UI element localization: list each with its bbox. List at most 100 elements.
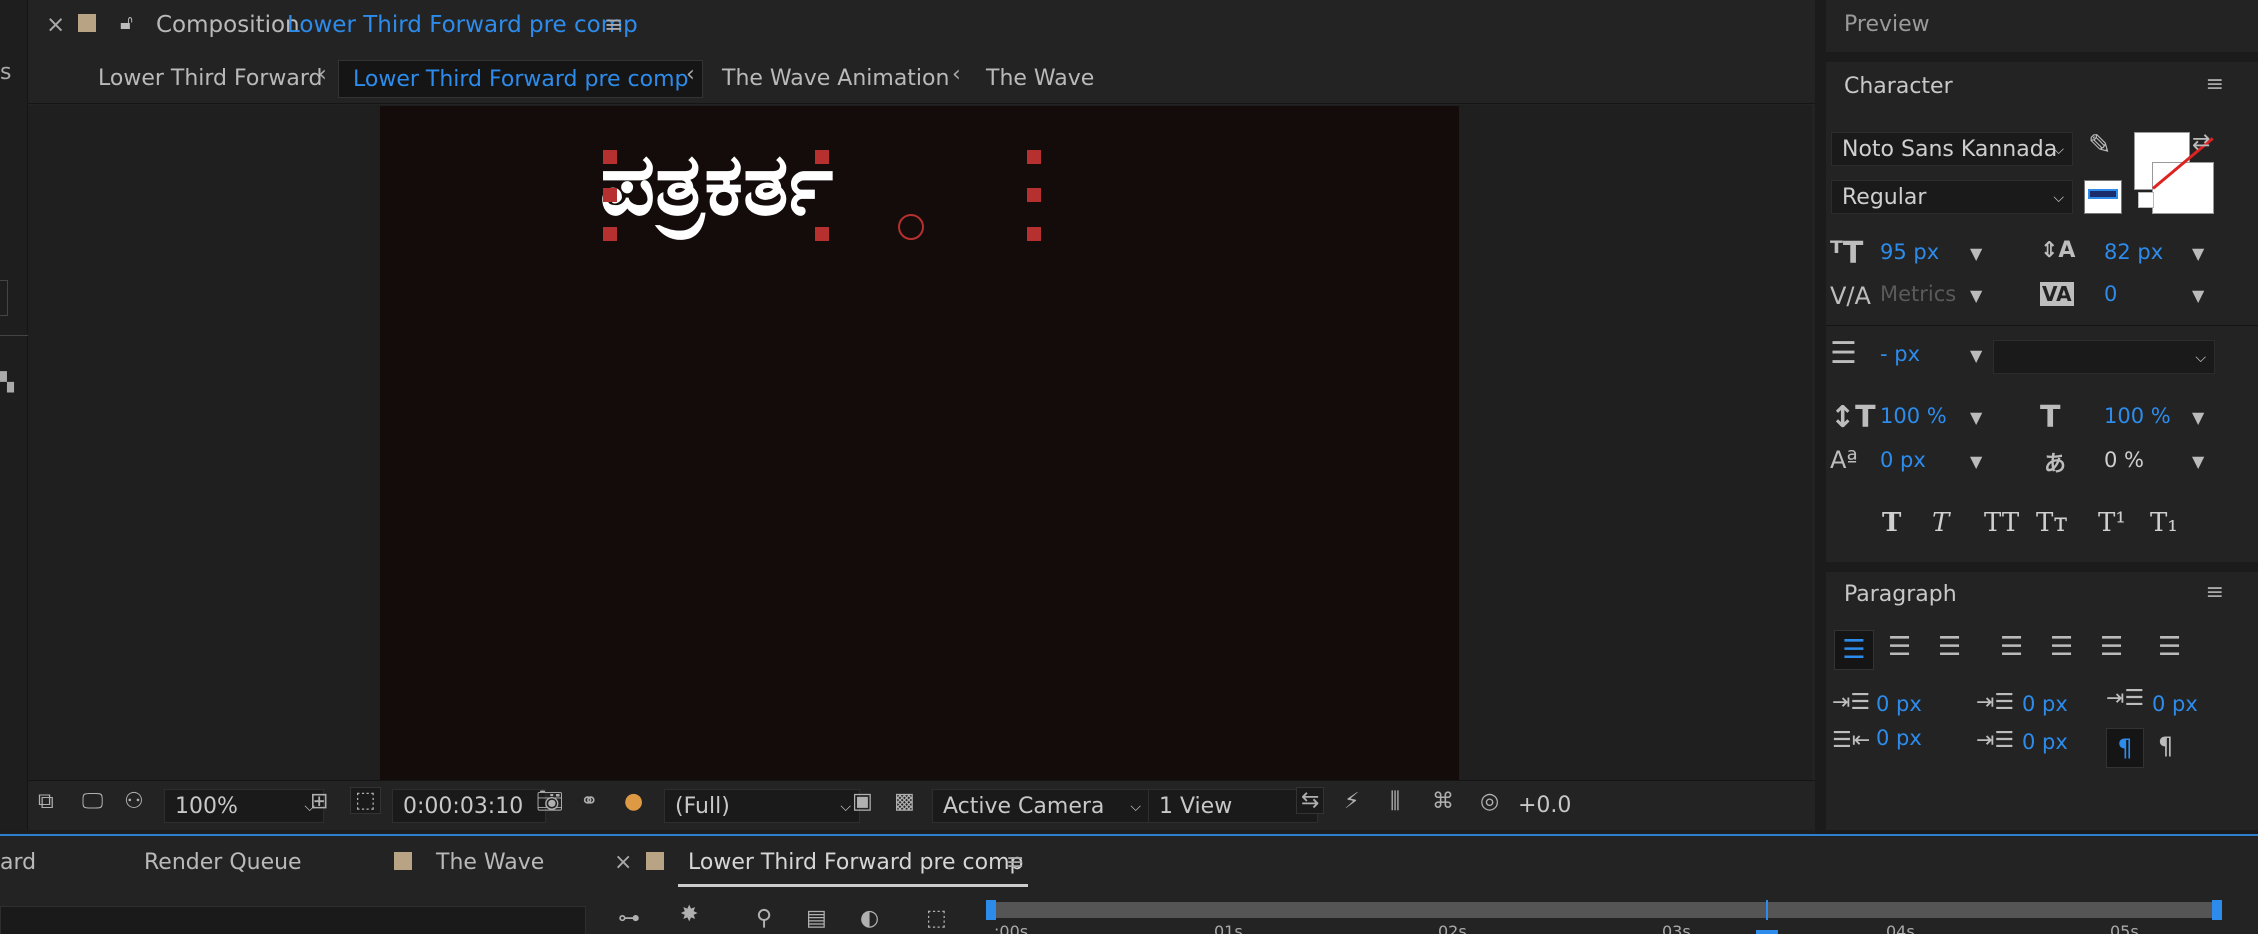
layer-search-input[interactable]	[0, 906, 586, 934]
eyedropper-icon[interactable]: ✎	[2088, 128, 2111, 161]
exposure-value[interactable]: +0.0	[1518, 789, 1571, 823]
work-area-start-handle[interactable]	[986, 900, 996, 920]
subscript-button[interactable]: T₁	[2150, 508, 2178, 538]
left-to-right-direction-icon[interactable]: ¶	[2106, 728, 2144, 768]
view-layout-dropdown[interactable]: 1 View⌵	[1148, 789, 1318, 823]
region-of-interest-icon[interactable]: ⬚	[350, 787, 381, 814]
selection-handle[interactable]	[1027, 188, 1041, 202]
kerning-dropdown-arrow[interactable]: ▼	[1970, 286, 1982, 305]
current-time-display[interactable]: 0:00:03:10	[392, 789, 546, 823]
selection-handle[interactable]	[603, 227, 617, 241]
vertical-scale-value[interactable]: 100 %	[1880, 404, 1947, 428]
time-ruler[interactable]: :00s 01s 02s 03s 04s 05s	[986, 900, 2222, 934]
close-tab-button[interactable]: ×	[46, 12, 65, 38]
timeline-icon[interactable]: ⫼	[1390, 789, 1400, 814]
mask-icon[interactable]: ⚇	[124, 789, 144, 814]
color-channels-icon[interactable]: ●	[624, 789, 643, 814]
transparency-grid-icon[interactable]: ▩	[894, 789, 915, 814]
superscript-button[interactable]: T¹	[2098, 508, 2126, 538]
reset-exposure-icon[interactable]: ◎	[1480, 789, 1499, 814]
align-left-icon[interactable]: ☰	[1834, 630, 1874, 670]
close-tab-button[interactable]: ×	[614, 850, 632, 875]
panel-menu-icon[interactable]: ≡	[2206, 580, 2224, 605]
lock-icon[interactable]: 🔓︎	[120, 10, 133, 34]
align-center-icon[interactable]: ☰	[1888, 632, 1911, 662]
snapshot-camera-icon[interactable]: 📷︎	[536, 789, 564, 814]
anchor-point-icon[interactable]	[898, 214, 924, 240]
comp-flowchart-icon[interactable]: ⊶	[618, 906, 640, 931]
tab-the-wave[interactable]: The Wave	[436, 850, 544, 875]
fast-previews-icon[interactable]: ▣	[852, 789, 873, 814]
camera-view-dropdown[interactable]: Active Camera ⌵	[932, 789, 1150, 823]
justify-last-center-icon[interactable]: ☰	[2050, 632, 2073, 662]
shy-layers-icon[interactable]: ⚲	[756, 906, 772, 931]
tab-render-queue[interactable]: Render Queue	[144, 850, 302, 875]
indent-right-value[interactable]: 0 px	[2152, 692, 2198, 716]
frame-blending-icon[interactable]: ▤	[806, 906, 827, 931]
panel-menu-icon[interactable]: ≡	[2206, 72, 2224, 97]
stroke-width-value[interactable]: - px	[1880, 342, 1920, 366]
preview-title[interactable]: Preview	[1844, 12, 1930, 37]
composition-canvas[interactable]	[380, 106, 1459, 780]
swap-colors-icon[interactable]: ⇄	[2192, 130, 2210, 155]
justify-last-right-icon[interactable]: ☰	[2100, 632, 2123, 662]
work-area-end-handle[interactable]	[2212, 900, 2222, 920]
breadcrumb-the-wave[interactable]: The Wave	[972, 60, 1108, 98]
stroke-style-dropdown[interactable]: ⌵	[1993, 340, 2215, 374]
leading-value[interactable]: 82 px	[2104, 240, 2163, 264]
horizontal-scale-value[interactable]: 100 %	[2104, 404, 2171, 428]
tracking-value[interactable]: 0	[2104, 282, 2117, 306]
align-right-icon[interactable]: ☰	[1938, 632, 1961, 662]
grid-guides-icon[interactable]: ⊞	[310, 789, 328, 814]
selection-handle[interactable]	[1027, 227, 1041, 241]
graph-editor-icon[interactable]: ⬚	[926, 906, 947, 931]
tsume-dropdown-arrow[interactable]: ▼	[2192, 452, 2204, 471]
faux-italic-button[interactable]: T	[1932, 508, 1949, 538]
selection-handle[interactable]	[815, 150, 829, 164]
breadcrumb-lower-third-forward-pre-comp[interactable]: Lower Third Forward pre comp	[338, 60, 704, 98]
always-preview-icon[interactable]: ⧉	[38, 789, 54, 814]
first-line-indent-value[interactable]: 0 px	[1876, 726, 1922, 750]
selection-handle[interactable]	[603, 150, 617, 164]
justify-all-icon[interactable]: ☰	[2158, 632, 2181, 662]
vertical-scale-dropdown-arrow[interactable]: ▼	[1970, 408, 1982, 427]
font-size-value[interactable]: 95 px	[1880, 240, 1939, 264]
tab-lower-third-forward-pre-comp[interactable]: Lower Third Forward pre comp	[688, 850, 1023, 875]
font-family-dropdown[interactable]: Noto Sans Kannada ⌵	[1831, 132, 2073, 166]
selection-handle[interactable]	[1027, 150, 1041, 164]
text-layer[interactable]: ಪತ್ರಕರ್ತ	[600, 135, 833, 237]
tab-lower-third-forward[interactable]: ard	[0, 850, 36, 875]
resolution-dropdown[interactable]: (Full) ⌵	[664, 789, 860, 823]
motion-blur-icon[interactable]: ◐	[860, 906, 879, 931]
show-snapshot-icon[interactable]: ⚭	[580, 789, 598, 814]
work-area-bar[interactable]	[990, 902, 2220, 918]
left-strip-field[interactable]	[0, 280, 8, 316]
horizontal-scale-dropdown-arrow[interactable]: ▼	[2192, 408, 2204, 427]
monitor-icon[interactable]: 🖵︎	[82, 789, 103, 814]
right-to-left-direction-icon[interactable]: ¶	[2158, 732, 2173, 760]
font-size-dropdown-arrow[interactable]: ▼	[1970, 244, 1982, 263]
panel-menu-icon[interactable]: ≡	[1006, 850, 1024, 875]
stroke-swatch[interactable]	[2152, 137, 2214, 214]
stroke-width-dropdown-arrow[interactable]: ▼	[1970, 346, 1982, 365]
toggle-pixel-aspect-icon[interactable]: ⇆	[1296, 787, 1325, 814]
tsume-value[interactable]: 0 %	[2104, 448, 2144, 472]
selection-handle[interactable]	[815, 227, 829, 241]
all-caps-button[interactable]: TT	[1984, 508, 2019, 538]
justify-last-left-icon[interactable]: ☰	[2000, 632, 2023, 662]
tracking-dropdown-arrow[interactable]: ▼	[2192, 286, 2204, 305]
faux-bold-button[interactable]: T	[1882, 508, 1901, 538]
flowchart-icon[interactable]: ▚	[0, 372, 14, 393]
small-caps-button[interactable]: Tт	[2036, 508, 2068, 538]
space-after-value[interactable]: 0 px	[2022, 730, 2068, 754]
stroke-color-swatch[interactable]	[2084, 180, 2122, 214]
flowchart-icon[interactable]: ⌘	[1432, 789, 1454, 814]
composition-name[interactable]: Lower Third Forward pre comp	[287, 12, 638, 38]
baseline-shift-dropdown-arrow[interactable]: ▼	[1970, 452, 1982, 471]
fast-preview-lightning-icon[interactable]: ⚡︎	[1344, 789, 1359, 814]
zoom-dropdown[interactable]: 100% ⌵	[164, 789, 324, 823]
kerning-value[interactable]: Metrics	[1880, 282, 1956, 306]
draft-3d-icon[interactable]: ✸	[680, 902, 698, 927]
default-colors-icon[interactable]	[2138, 192, 2154, 208]
leading-dropdown-arrow[interactable]: ▼	[2192, 244, 2204, 263]
